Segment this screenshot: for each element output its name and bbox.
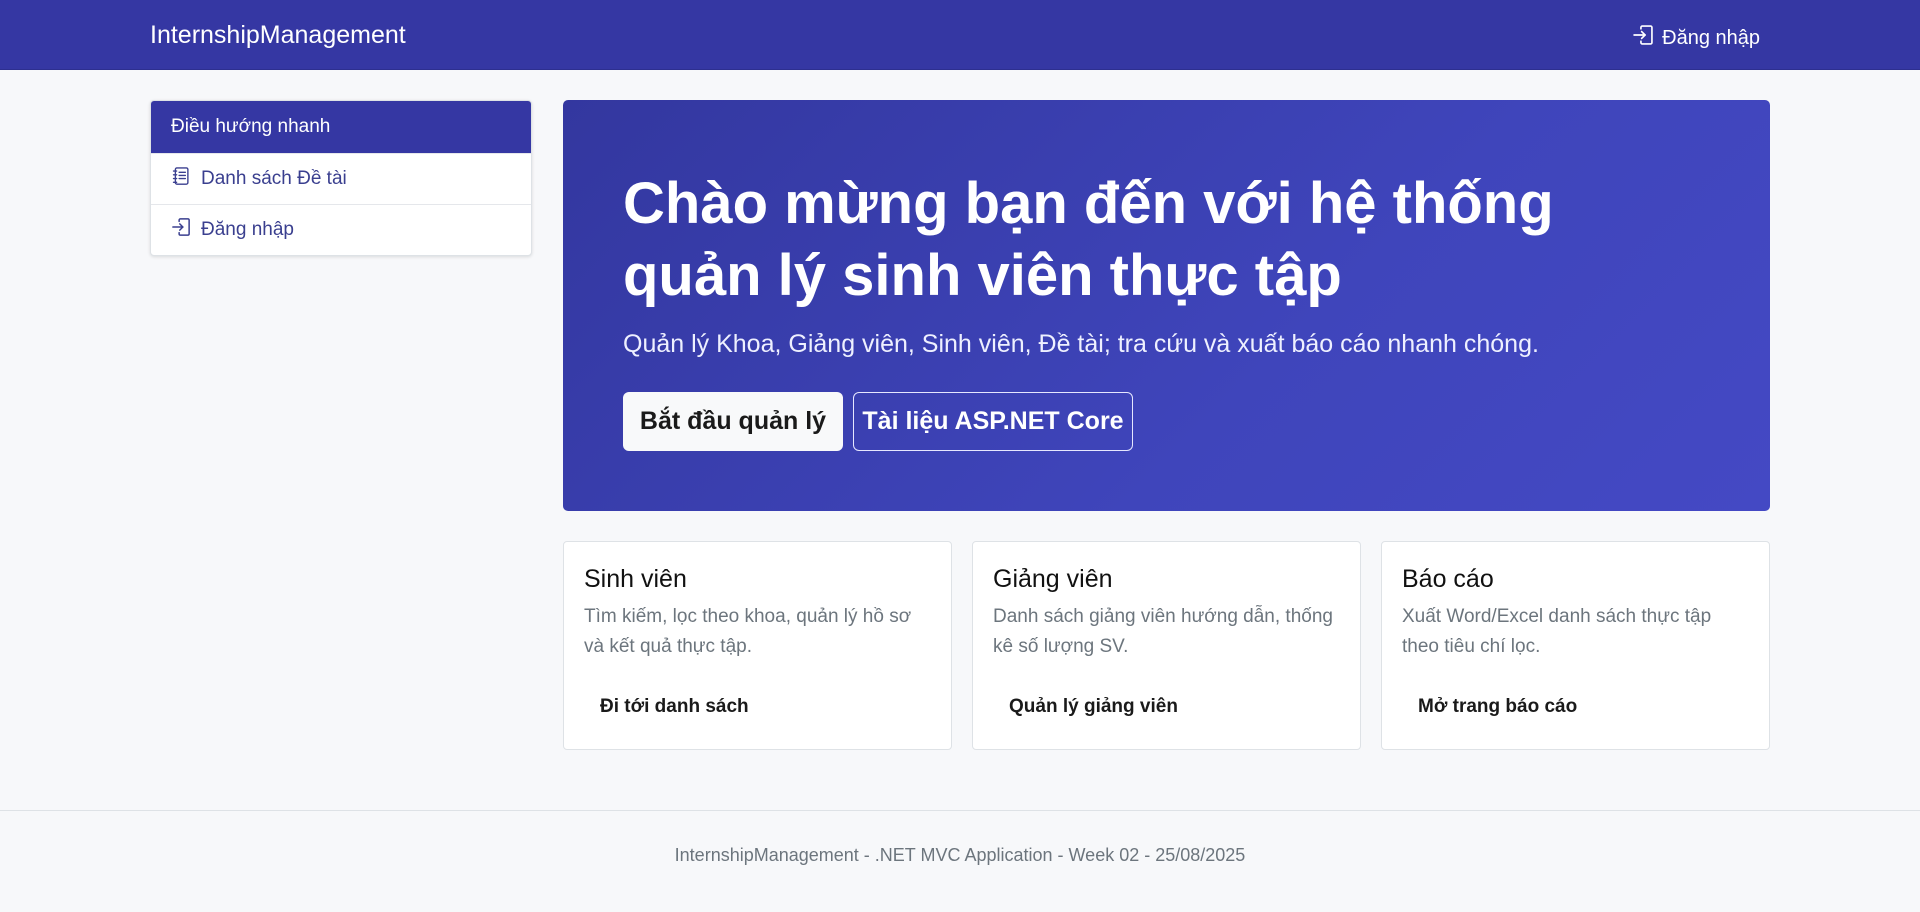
card-title: Sinh viên — [584, 565, 687, 593]
journal-list-icon — [171, 166, 191, 192]
go-to-list-link[interactable]: Đi tới danh sách — [600, 695, 749, 719]
login-arrow-icon — [1632, 24, 1654, 52]
sidebar-item-label: Đăng nhập — [201, 219, 294, 240]
nav-login-label: Đăng nhập — [1662, 27, 1760, 49]
hero-title: Chào mừng bạn đến với hệ thống quản lý s… — [623, 171, 1554, 308]
hero-subtitle: Quản lý Khoa, Giảng viên, Sinh viên, Đề … — [623, 330, 1539, 358]
open-reports-link[interactable]: Mở trang báo cáo — [1418, 695, 1577, 719]
page-footer: InternshipManagement - .NET MVC Applicat… — [0, 810, 1920, 912]
footer-text: InternshipManagement - .NET MVC Applicat… — [674, 845, 1246, 865]
brand-link[interactable]: InternshipManagement — [150, 20, 406, 50]
quick-nav-sidebar: Điều hướng nhanh Danh sách Đề tài Đăng n… — [150, 100, 532, 256]
login-arrow-icon — [171, 217, 191, 243]
card-text: Xuất Word/Excel danh sách thực tập theo … — [1402, 606, 1712, 657]
aspnet-docs-button[interactable]: Tài liệu ASP.NET Core — [853, 392, 1133, 451]
hero-banner: Chào mừng bạn đến với hệ thống quản lý s… — [563, 100, 1770, 511]
sidebar-item-label: Danh sách Đề tài — [201, 168, 347, 189]
reports-card: Báo cáo Xuất Word/Excel danh sách thực t… — [1381, 541, 1770, 750]
sidebar-item-login[interactable]: Đăng nhập — [151, 204, 531, 255]
lecturers-card: Giảng viên Danh sách giảng viên hướng dẫ… — [972, 541, 1361, 750]
top-navbar: InternshipManagement Đăng nhập — [0, 0, 1920, 70]
card-title: Giảng viên — [993, 565, 1113, 593]
manage-lecturers-link[interactable]: Quản lý giảng viên — [1009, 695, 1178, 719]
card-text: Danh sách giảng viên hướng dẫn, thống kê… — [993, 606, 1333, 657]
card-text: Tìm kiếm, lọc theo khoa, quản lý hồ sơ v… — [584, 606, 912, 657]
card-title: Báo cáo — [1402, 565, 1494, 593]
nav-login-link[interactable]: Đăng nhập — [1632, 24, 1760, 52]
students-card: Sinh viên Tìm kiếm, lọc theo khoa, quản … — [563, 541, 952, 750]
sidebar-item-topics[interactable]: Danh sách Đề tài — [151, 153, 531, 204]
start-managing-button[interactable]: Bắt đầu quản lý — [623, 392, 843, 451]
sidebar-header: Điều hướng nhanh — [151, 101, 531, 153]
